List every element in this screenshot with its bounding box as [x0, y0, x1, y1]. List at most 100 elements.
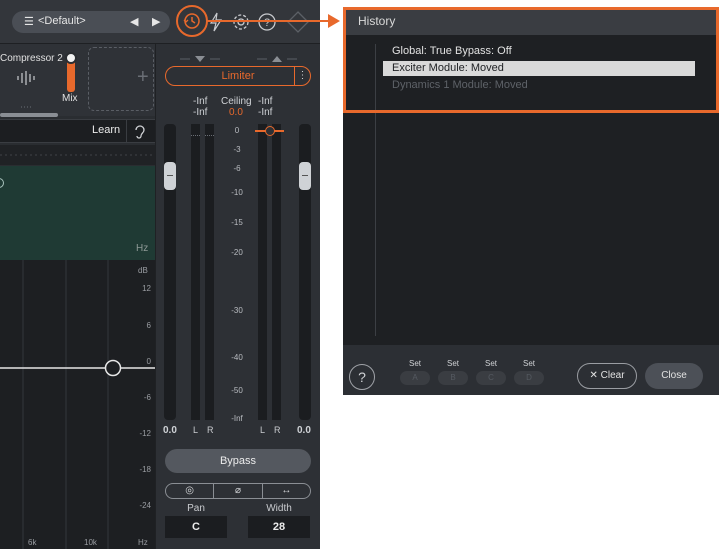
- snapshot-slot[interactable]: A: [400, 371, 430, 385]
- db-tick: -18: [139, 465, 151, 474]
- callout-connector: [207, 20, 329, 22]
- swap-channels-icon[interactable]: ↔: [261, 484, 310, 498]
- db-unit-label: dB: [138, 266, 148, 275]
- snapshot-slot[interactable]: B: [438, 371, 468, 385]
- pan-label: Pan: [187, 503, 205, 514]
- limiter-mode-label: Limiter: [221, 70, 255, 82]
- learn-button[interactable]: Learn: [92, 124, 120, 136]
- input-peak-left: -Inf: [193, 96, 208, 107]
- scale-tick: -10: [231, 188, 243, 197]
- scale-tick: 0: [234, 126, 240, 135]
- stereo-link-icon[interactable]: ◎: [166, 484, 213, 498]
- snapshot-a[interactable]: Set A: [400, 359, 430, 385]
- db-tick: 6: [146, 321, 151, 330]
- ceiling-handle[interactable]: [265, 126, 275, 136]
- snapshot-set-label: Set: [446, 359, 459, 368]
- db-tick: -12: [139, 429, 151, 438]
- limiter-menu-icon[interactable]: ⋮: [294, 67, 310, 85]
- scale-tick: -40: [231, 353, 243, 362]
- freq-tick: 10k: [84, 538, 97, 547]
- svg-text:?: ?: [264, 17, 270, 29]
- bypass-button[interactable]: Bypass: [165, 449, 311, 473]
- snapshot-c[interactable]: Set C: [476, 359, 506, 385]
- output-meter-right: [272, 124, 281, 420]
- output-gain-fader[interactable]: [299, 162, 311, 190]
- band-node[interactable]: [0, 178, 4, 188]
- ceiling-value[interactable]: 0.0: [229, 107, 243, 118]
- input-gain-fader[interactable]: [164, 162, 176, 190]
- db-tick: 12: [142, 284, 151, 293]
- history-highlight-frame: [343, 7, 719, 113]
- db-tick: -24: [139, 501, 151, 510]
- preset-selector[interactable]: ☰ <Default> ◀ ▶: [12, 11, 170, 33]
- snapshot-set-label: Set: [408, 359, 421, 368]
- history-button[interactable]: [176, 5, 208, 37]
- module-name: Compressor 2: [0, 53, 63, 64]
- output-gain-value[interactable]: 0.0: [297, 425, 311, 436]
- snapshot-d[interactable]: Set D: [514, 359, 544, 385]
- pan-value[interactable]: C: [165, 516, 227, 538]
- input-ch-right-label: R: [207, 425, 214, 435]
- callout-arrow-icon: [328, 14, 340, 28]
- empty-module-slot[interactable]: +: [88, 47, 154, 111]
- help-icon[interactable]: ?: [257, 12, 277, 32]
- scale-tick: -6: [233, 164, 241, 173]
- input-gain-value[interactable]: 0.0: [163, 425, 177, 436]
- settings-gear-icon[interactable]: [231, 12, 251, 32]
- history-help-button[interactable]: ?: [349, 364, 375, 390]
- meter-dots-row: [0, 145, 155, 165]
- width-label: Width: [266, 503, 292, 514]
- scale-tick: -Inf: [231, 414, 243, 423]
- logo-icon: [286, 10, 310, 34]
- input-peak-right: -Inf: [193, 107, 208, 118]
- snapshot-slot[interactable]: C: [476, 371, 506, 385]
- width-value[interactable]: 28: [248, 516, 310, 538]
- plugin-window: ☰ <Default> ◀ ▶ ? Compressor 2 Mix + Lea…: [0, 0, 320, 549]
- eq-display: dB 12 6 0 -6 -12 -18 -24 6k 10k Hz: [0, 260, 155, 549]
- collapse-left-icon[interactable]: [180, 50, 220, 62]
- scale-tick: -50: [231, 386, 243, 395]
- limiter-panel: [155, 44, 320, 549]
- learn-bar: [0, 119, 155, 143]
- output-peak-right: -Inf: [258, 107, 273, 118]
- collapse-right-icon[interactable]: [257, 50, 297, 62]
- freq-tick: Hz: [138, 538, 148, 547]
- snapshot-b[interactable]: Set B: [438, 359, 468, 385]
- learn-divider: [126, 119, 127, 143]
- preset-prev-icon[interactable]: ◀: [130, 15, 138, 28]
- input-meter-right: [205, 124, 214, 420]
- db-tick: 0: [146, 357, 151, 366]
- history-clear-label: Clear: [600, 370, 625, 381]
- add-module-icon: +: [137, 66, 149, 88]
- scale-tick: -3: [233, 145, 241, 154]
- input-meter-cap: [191, 124, 214, 136]
- listen-icon[interactable]: [133, 123, 147, 139]
- phase-invert-icon[interactable]: ⌀: [213, 484, 261, 498]
- spectrum-hz-label: Hz: [136, 243, 149, 254]
- waveform-icon: [16, 70, 38, 86]
- mix-slider-knob[interactable]: [65, 52, 77, 64]
- stereo-mode-selector[interactable]: ◎ ⌀ ↔: [165, 483, 311, 499]
- scale-tick: -15: [231, 218, 243, 227]
- scale-tick: -20: [231, 248, 243, 257]
- module-scrollbar[interactable]: [0, 113, 58, 117]
- history-icon: [183, 13, 200, 29]
- drag-handle-icon[interactable]: [20, 96, 34, 108]
- preset-next-icon[interactable]: ▶: [152, 15, 160, 28]
- history-close-button[interactable]: Close: [645, 363, 703, 389]
- snapshot-slot[interactable]: D: [514, 371, 544, 385]
- output-ch-left-label: L: [260, 425, 266, 435]
- lightning-icon[interactable]: [208, 12, 224, 32]
- db-tick: -6: [143, 393, 151, 402]
- snapshot-set-label: Set: [484, 359, 497, 368]
- spectrum-display: Hz: [0, 166, 155, 260]
- scale-tick: -30: [231, 306, 243, 315]
- input-meter-left: [191, 124, 200, 420]
- output-meter-left: [258, 124, 267, 420]
- input-ch-left-label: L: [193, 425, 199, 435]
- snapshot-set-label: Set: [522, 359, 535, 368]
- history-clear-button[interactable]: ✕ Clear: [577, 363, 637, 389]
- freq-tick: 6k: [28, 538, 37, 547]
- mix-label: Mix: [62, 93, 78, 104]
- limiter-mode-button[interactable]: Limiter ⋮: [165, 66, 311, 86]
